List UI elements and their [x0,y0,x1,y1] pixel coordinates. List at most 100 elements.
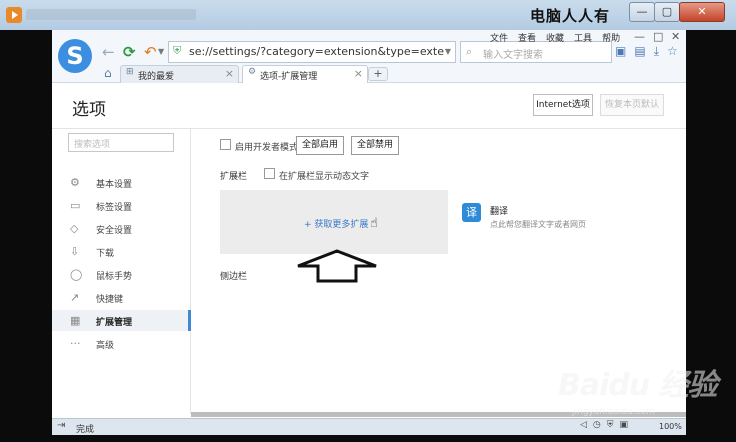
outer-close-button[interactable]: ✕ [679,2,725,22]
back-arrow-icon[interactable]: ← [102,43,115,61]
browser-maximize-button[interactable]: □ [653,30,663,43]
star-icon[interactable]: ☆ [667,44,678,58]
browser-toolbar: S ← ⟳ ↶ ▼ ⛨ se://settings/?category=exte… [52,30,686,83]
sidebar-item-label: 标签设置 [96,203,133,213]
settings-search-input[interactable]: 搜索选项 [68,133,174,152]
home-icon[interactable]: ⌂ [104,66,112,80]
status-icons: ◁ ◷ ⛨ ▣ [580,420,634,430]
show-dynamic-text-label: 在扩展栏显示动态文字 [279,172,370,182]
undo-icon[interactable]: ↶ [144,43,157,61]
lock-icon[interactable]: ▣ [620,420,629,430]
sidebar-item-label: 鼠标手势 [96,272,133,282]
menu-bar: 文件 查看 收藏 工具 帮助 [490,31,630,44]
get-more-extensions-link[interactable]: + 获取更多扩展 [304,217,368,230]
mouse-icon: ◯ [70,268,83,281]
sidebar-item-advanced[interactable]: ··· 高级 [52,333,190,354]
extension-dropzone: + 获取更多扩展 ☝ [220,190,448,254]
tab-close-icon[interactable]: × [225,67,234,80]
minimize-icon: — [636,5,648,18]
sidebar-item-shortcuts[interactable]: ↗ 快捷键 [52,287,190,308]
sidebar-item-security[interactable]: ◇ 安全设置 [52,218,190,239]
sidebar-item-label: 快捷键 [96,295,124,305]
security-shield-icon: ⛨ [173,44,182,57]
sidebar-item-label: 基本设置 [96,180,133,190]
more-icon: ··· [70,337,81,350]
tab-favorites[interactable]: ⊞ 我的最爱 × [120,65,239,83]
settings-sidebar: 搜索选项 ⚙ 基本设置 ▭ 标签设置 ◇ 安全设置 ⇩ 下载 ◯ 鼠标手势 ↗ 快捷键 ▦ 扩… [52,129,191,414]
close-icon: ✕ [697,5,707,18]
enable-all-button[interactable]: 全部启用 [296,136,344,155]
status-bar: ⇥ 完成 ◁ ◷ ⛨ ▣ 100% [52,418,686,435]
hand-cursor-icon: ☝ [370,216,378,231]
sidebar-item-label: 高级 [96,341,115,351]
clock-icon[interactable]: ◷ [593,420,601,430]
menu-view[interactable]: 查看 [518,34,536,44]
show-dynamic-text-checkbox[interactable] [264,168,275,179]
tab-label: 选项-扩展管理 [260,72,318,82]
search-icon: ⌕ [466,45,473,58]
menu-tools[interactable]: 工具 [574,34,592,44]
restore-defaults-button[interactable]: 恢复本页默认 [600,94,664,116]
up-arrow-icon [297,249,377,283]
settings-header: 选项 Internet选项 恢复本页默认 [52,83,686,129]
menu-help[interactable]: 帮助 [602,34,620,44]
sidebar-item-label: 下载 [96,249,115,259]
sidebar-item-mouse-gestures[interactable]: ◯ 鼠标手势 [52,264,190,285]
status-text: 完成 [76,425,95,435]
baidu-watermark-url: jingyan.baidu.com [572,407,656,417]
tab-settings[interactable]: ⚙ 选项-扩展管理 × [242,65,368,83]
extensions-icon: ▦ [70,314,81,327]
translate-extension-icon[interactable]: 译 [462,203,481,222]
search-input[interactable]: ⌕ 输入文字搜索 [460,41,612,63]
outer-minimize-button[interactable]: — [629,2,655,22]
refresh-icon[interactable]: ⟳ [123,43,136,61]
dev-mode-label: 启用开发者模式 [235,143,299,153]
sidebar-item-extensions[interactable]: ▦ 扩展管理 [52,310,191,331]
tab-icon: ▭ [70,199,81,212]
sidebar-item-download[interactable]: ⇩ 下载 [52,241,190,262]
extension-bar-heading: 扩展栏 [220,172,248,182]
sidebar-item-basic[interactable]: ⚙ 基本设置 [52,172,190,193]
baidu-watermark: Baidu 经验 [558,368,718,403]
speaker-icon[interactable]: ◁ [580,420,587,430]
screenshot-icon[interactable]: ▣ [615,44,626,58]
tab-close-icon[interactable]: × [354,67,363,80]
sidebar-section-heading: 侧边栏 [220,272,248,282]
menu-file[interactable]: 文件 [490,34,508,44]
toolbar-icons: ▣ ▤ ⤓ ☆ [615,44,686,59]
sidebar-item-label: 扩展管理 [96,318,133,328]
maximize-icon: ▢ [661,5,673,18]
zoom-level[interactable]: 100% [659,422,682,431]
outer-titlebar: 电脑人人有 — ▢ ✕ [0,0,736,30]
image-icon[interactable]: ▤ [634,44,645,58]
outer-maximize-button[interactable]: ▢ [654,2,680,22]
settings-search-placeholder: 搜索选项 [74,140,111,150]
menu-favorites[interactable]: 收藏 [546,34,564,44]
download-icon[interactable]: ⤓ [654,44,659,58]
sidebar-item-tabs[interactable]: ▭ 标签设置 [52,195,190,216]
translate-extension-title[interactable]: 翻译 [490,204,508,217]
translate-extension-description: 点此帮您翻译文字或者网页 [490,220,586,229]
browser-close-button[interactable]: ✕ [671,30,680,43]
address-dropdown-icon[interactable]: ▼ [445,47,451,56]
search-placeholder: 输入文字搜索 [483,50,543,61]
dev-mode-checkbox[interactable] [220,139,231,150]
chevron-down-icon[interactable]: ▼ [158,47,164,56]
player-app-icon [6,7,22,23]
address-bar[interactable]: ⛨ se://settings/?category=extension&type… [168,41,456,63]
watermark-top-text: 电脑人人有 [530,7,611,25]
internet-options-button[interactable]: Internet选项 [533,94,593,116]
address-text[interactable]: se://settings/?category=extension&type=e… [189,45,444,58]
sidebar-item-label: 安全设置 [96,226,133,236]
disable-all-button[interactable]: 全部禁用 [351,136,399,155]
download-icon: ⇩ [70,245,80,258]
sidebar-toggle-icon[interactable]: ⇥ [57,420,65,431]
sogou-logo-icon[interactable]: S [58,39,92,73]
browser-minimize-button[interactable]: — [634,30,645,43]
outer-title-blurred [26,9,196,20]
new-tab-button[interactable]: + [368,67,388,81]
shield-status-icon[interactable]: ⛨ [607,420,614,430]
grid-icon: ⊞ [126,67,134,77]
tab-label: 我的最爱 [138,72,175,82]
shortcut-icon: ↗ [70,291,80,304]
